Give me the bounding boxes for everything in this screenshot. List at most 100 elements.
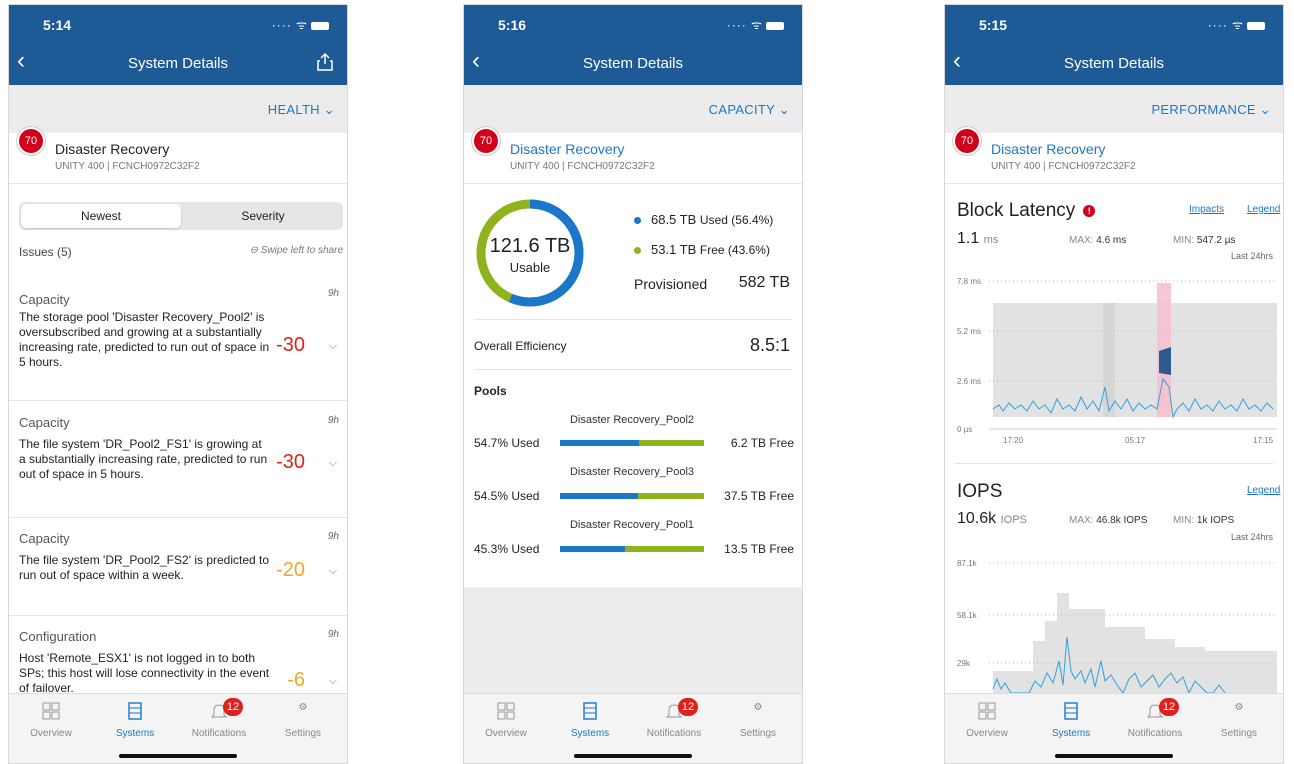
alert-icon[interactable]: ! xyxy=(1083,204,1096,217)
tab-systems-label: Systems xyxy=(570,728,610,739)
tab-notifications[interactable]: Notifications 12 xyxy=(632,698,716,739)
issue-age: 9h xyxy=(327,415,339,426)
issue-category: Capacity xyxy=(19,415,70,430)
nav-bar: ‹ System Details xyxy=(9,41,347,85)
issue-score: -30 xyxy=(276,451,305,473)
expand-chevron-icon[interactable]: ⌵ xyxy=(329,565,337,578)
system-model: UNITY 400 | FCNCH0972C32F2 xyxy=(510,161,655,172)
issue-item[interactable]: Capacity 9h The file system 'DR_Pool2_FS… xyxy=(9,531,347,616)
pool-free: 6.2 TB Free xyxy=(730,436,794,450)
tab-overview-label: Overview xyxy=(30,728,72,739)
phone-health-screen: 5:14 ···· ᯤ ‹ System Details HEALTH ⌄ 70… xyxy=(8,4,348,764)
gear-icon: ⚙ xyxy=(298,702,308,713)
status-bar: 5:15 ···· ᯤ xyxy=(945,5,1283,41)
gear-icon: ⚙ xyxy=(753,702,763,713)
latency-x-tick: 17:15 xyxy=(1253,436,1274,445)
health-score-badge: 70 xyxy=(474,129,498,153)
tab-overview[interactable]: Overview xyxy=(464,702,548,739)
latency-range-marker xyxy=(1159,347,1171,375)
pool-used: 54.5% Used xyxy=(474,489,540,503)
issue-age: 9h xyxy=(327,288,339,299)
system-name[interactable]: Disaster Recovery xyxy=(510,141,624,157)
pool-used: 54.7% Used xyxy=(474,436,540,450)
status-icons: ···· ᯤ xyxy=(1208,16,1265,33)
tab-systems-label: Systems xyxy=(1051,728,1091,739)
latency-min: MIN: 547.2 µs xyxy=(1173,235,1235,246)
legend-link[interactable]: Legend xyxy=(1247,485,1280,496)
status-time: 5:14 xyxy=(43,17,72,33)
expand-chevron-icon[interactable]: ⌵ xyxy=(329,340,337,353)
sort-newest[interactable]: Newest xyxy=(21,204,181,228)
swipe-hint: ⊖ Swipe left to share xyxy=(250,245,343,256)
grid-icon xyxy=(945,702,1029,722)
status-bar: 5:16 ···· ᯤ xyxy=(464,5,802,41)
system-header: 70 Disaster Recovery UNITY 400 | FCNCH09… xyxy=(9,129,347,184)
chevron-down-icon: ⌄ xyxy=(1259,102,1271,117)
grid-icon xyxy=(464,702,548,722)
latency-current-value: 1.1 xyxy=(957,230,980,247)
latency-chart: 7.8 ms 5.2 ms 2.6 ms 0 µs 17:20 05:17 17… xyxy=(957,277,1277,445)
view-selector-label: PERFORMANCE xyxy=(1151,102,1256,117)
tab-systems[interactable]: Systems xyxy=(1029,702,1113,739)
min-label: MIN: xyxy=(1173,235,1195,246)
efficiency-label: Overall Efficiency xyxy=(474,339,567,353)
impacts-link[interactable]: Impacts xyxy=(1189,204,1224,215)
tab-notifications[interactable]: Notifications 12 xyxy=(1113,698,1197,739)
used-legend: 68.5 TB Used (56.4%) xyxy=(634,212,773,227)
latency-y-tick: 0 µs xyxy=(957,425,972,434)
system-header: 70 Disaster Recovery UNITY 400 | FCNCH09… xyxy=(464,129,802,184)
sort-severity[interactable]: Severity xyxy=(183,204,343,228)
bell-icon xyxy=(1113,702,1197,722)
view-selector[interactable]: PERFORMANCE ⌄ xyxy=(1151,102,1271,118)
divider xyxy=(474,369,792,370)
iops-y-tick: 58.1k xyxy=(957,611,978,620)
expand-chevron-icon[interactable]: ⌵ xyxy=(329,457,337,470)
provisioned-value: 582 TB xyxy=(738,274,790,291)
used-dot xyxy=(634,217,641,225)
tab-systems[interactable]: Systems xyxy=(93,702,177,739)
free-value: 53.1 TB xyxy=(651,242,697,257)
tab-systems[interactable]: Systems xyxy=(548,702,632,739)
system-name[interactable]: Disaster Recovery xyxy=(991,141,1105,157)
iops-chart: 87.1k 58.1k 29k xyxy=(957,559,1277,693)
tab-overview[interactable]: Overview xyxy=(9,702,93,739)
view-selector[interactable]: HEALTH ⌄ xyxy=(268,102,335,118)
view-selector-bar: PERFORMANCE ⌄ xyxy=(945,85,1283,133)
gear-icon: ⚙ xyxy=(1234,702,1244,713)
tab-overview[interactable]: Overview xyxy=(945,702,1029,739)
nav-bar: ‹ System Details xyxy=(945,41,1283,85)
battery-icon xyxy=(1247,21,1265,30)
issue-item[interactable]: Capacity 9h The file system 'DR_Pool2_FS… xyxy=(9,415,347,518)
storage-icon xyxy=(548,702,632,722)
pool-usage-fill xyxy=(560,440,639,446)
share-icon[interactable] xyxy=(317,52,333,76)
issue-category: Configuration xyxy=(19,629,97,644)
latency-y-tick: 5.2 ms xyxy=(957,327,981,336)
status-bar: 5:14 ···· ᯤ xyxy=(9,5,347,41)
issue-item[interactable]: Capacity 9h The storage pool 'Disaster R… xyxy=(9,288,347,401)
view-selector[interactable]: CAPACITY ⌄ xyxy=(709,102,790,118)
issue-category: Capacity xyxy=(19,531,70,546)
iops-current-value: 10.6k xyxy=(957,510,997,527)
pool-used: 45.3% Used xyxy=(474,542,540,556)
pool-name: Disaster Recovery_Pool3 xyxy=(569,466,695,478)
battery-icon xyxy=(766,21,784,30)
max-value: 4.6 ms xyxy=(1096,235,1127,246)
status-icons: ···· ᯤ xyxy=(727,16,784,33)
view-selector-bar: CAPACITY ⌄ xyxy=(464,85,802,133)
latency-title-text: Block Latency xyxy=(957,200,1076,221)
system-model: UNITY 400 | FCNCH0972C32F2 xyxy=(991,161,1136,172)
tab-notifications-label: Notifications xyxy=(1127,728,1183,739)
expand-chevron-icon[interactable]: ⌵ xyxy=(329,675,337,688)
pool-usage-bar xyxy=(560,493,704,499)
tab-settings[interactable]: ⚙ Settings xyxy=(261,702,345,739)
efficiency-value: 8.5:1 xyxy=(749,335,790,355)
tab-settings[interactable]: ⚙ Settings xyxy=(716,702,800,739)
notification-badge: 12 xyxy=(223,698,243,716)
legend-link[interactable]: Legend xyxy=(1247,204,1280,215)
nav-bar: ‹ System Details xyxy=(464,41,802,85)
pool-name: Disaster Recovery_Pool1 xyxy=(569,519,695,531)
tab-notifications[interactable]: Notifications 12 xyxy=(177,698,261,739)
tab-settings[interactable]: ⚙ Settings xyxy=(1197,702,1281,739)
latency-max: MAX: 4.6 ms xyxy=(1069,235,1126,246)
